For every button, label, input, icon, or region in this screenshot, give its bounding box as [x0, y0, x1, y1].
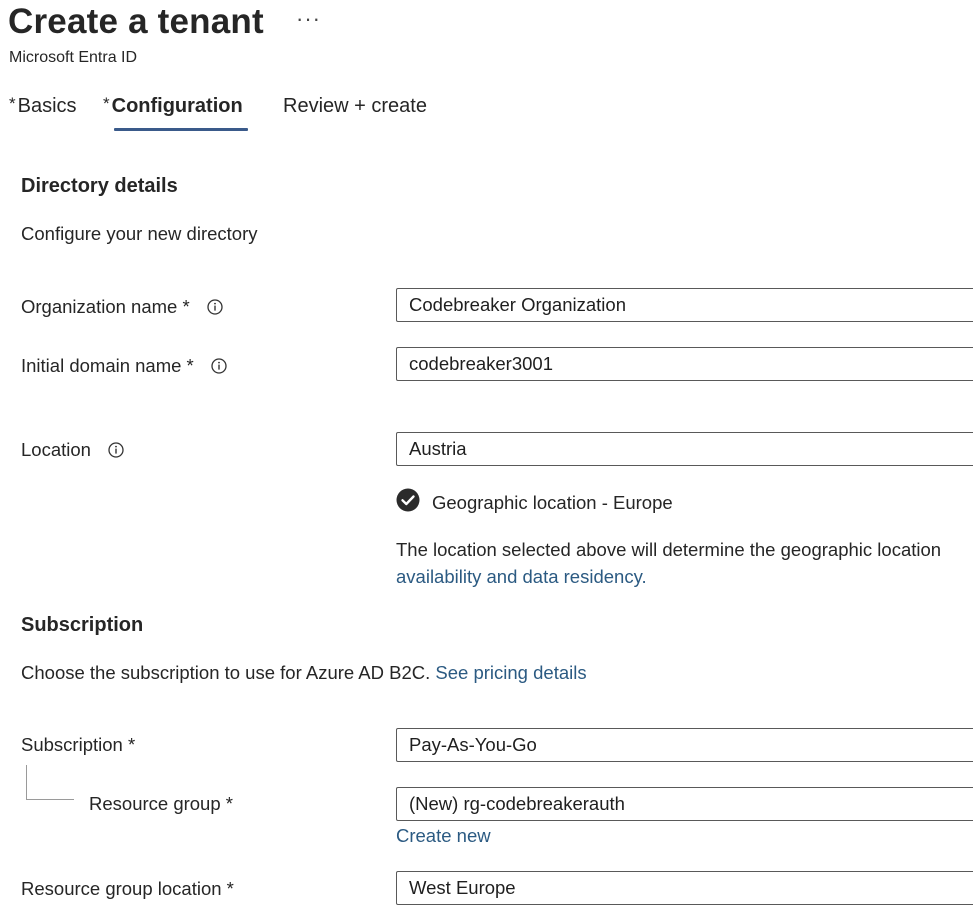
subscription-description-text: Choose the subscription to use for Azure… — [21, 662, 431, 683]
tab-configuration[interactable]: * Configuration — [103, 94, 243, 118]
info-icon[interactable] — [211, 358, 227, 374]
tab-label: Configuration — [111, 95, 243, 117]
checkmark-circle-icon — [396, 488, 420, 512]
tree-connector — [26, 799, 74, 800]
subscription-heading: Subscription — [21, 614, 144, 636]
tab-review-create[interactable]: Review + create — [283, 95, 427, 118]
resource-group-location-label: Resource group location * — [21, 878, 234, 899]
subscription-description: Choose the subscription to use for Azure… — [21, 662, 587, 684]
resource-group-label: Resource group * — [89, 793, 233, 814]
active-tab-indicator — [114, 128, 248, 131]
page-title: Create a tenant — [8, 2, 264, 41]
location-label-text: Location — [21, 439, 91, 460]
directory-details-heading: Directory details — [21, 175, 178, 197]
domain-name-input[interactable]: codebreaker3001 — [396, 347, 973, 381]
subscription-select[interactable]: Pay-As-You-Go — [396, 728, 973, 762]
organization-name-label-text: Organization name * — [21, 296, 190, 317]
domain-name-label: Initial domain name * — [21, 355, 227, 377]
resource-group-select[interactable]: (New) rg-codebreakerauth — [396, 787, 973, 821]
required-marker: * — [103, 94, 110, 113]
tree-connector — [26, 765, 27, 799]
location-select[interactable]: Austria — [396, 432, 973, 466]
location-note: The location selected above will determi… — [396, 539, 942, 560]
info-icon[interactable] — [108, 442, 124, 458]
create-new-link[interactable]: Create new — [396, 825, 491, 847]
location-label: Location — [21, 439, 124, 461]
tab-label: Review + create — [283, 95, 427, 117]
organization-name-label: Organization name * — [21, 296, 223, 318]
required-marker: * — [9, 94, 16, 113]
more-icon[interactable]: ··· — [296, 6, 321, 32]
organization-name-input[interactable]: Codebreaker Organization — [396, 288, 973, 322]
subscription-label: Subscription * — [21, 734, 136, 755]
domain-name-label-text: Initial domain name * — [21, 355, 194, 376]
tab-basics[interactable]: * Basics — [9, 94, 77, 118]
tab-label: Basics — [17, 95, 77, 117]
see-pricing-link[interactable]: See pricing details — [435, 662, 586, 683]
resource-group-location-select[interactable]: West Europe — [396, 871, 973, 905]
page-subtitle: Microsoft Entra ID — [9, 49, 138, 66]
data-residency-link[interactable]: availability and data residency. — [396, 566, 647, 588]
info-icon[interactable] — [207, 299, 223, 315]
geographic-location-text: Geographic location - Europe — [432, 492, 673, 513]
directory-description: Configure your new directory — [21, 223, 258, 244]
